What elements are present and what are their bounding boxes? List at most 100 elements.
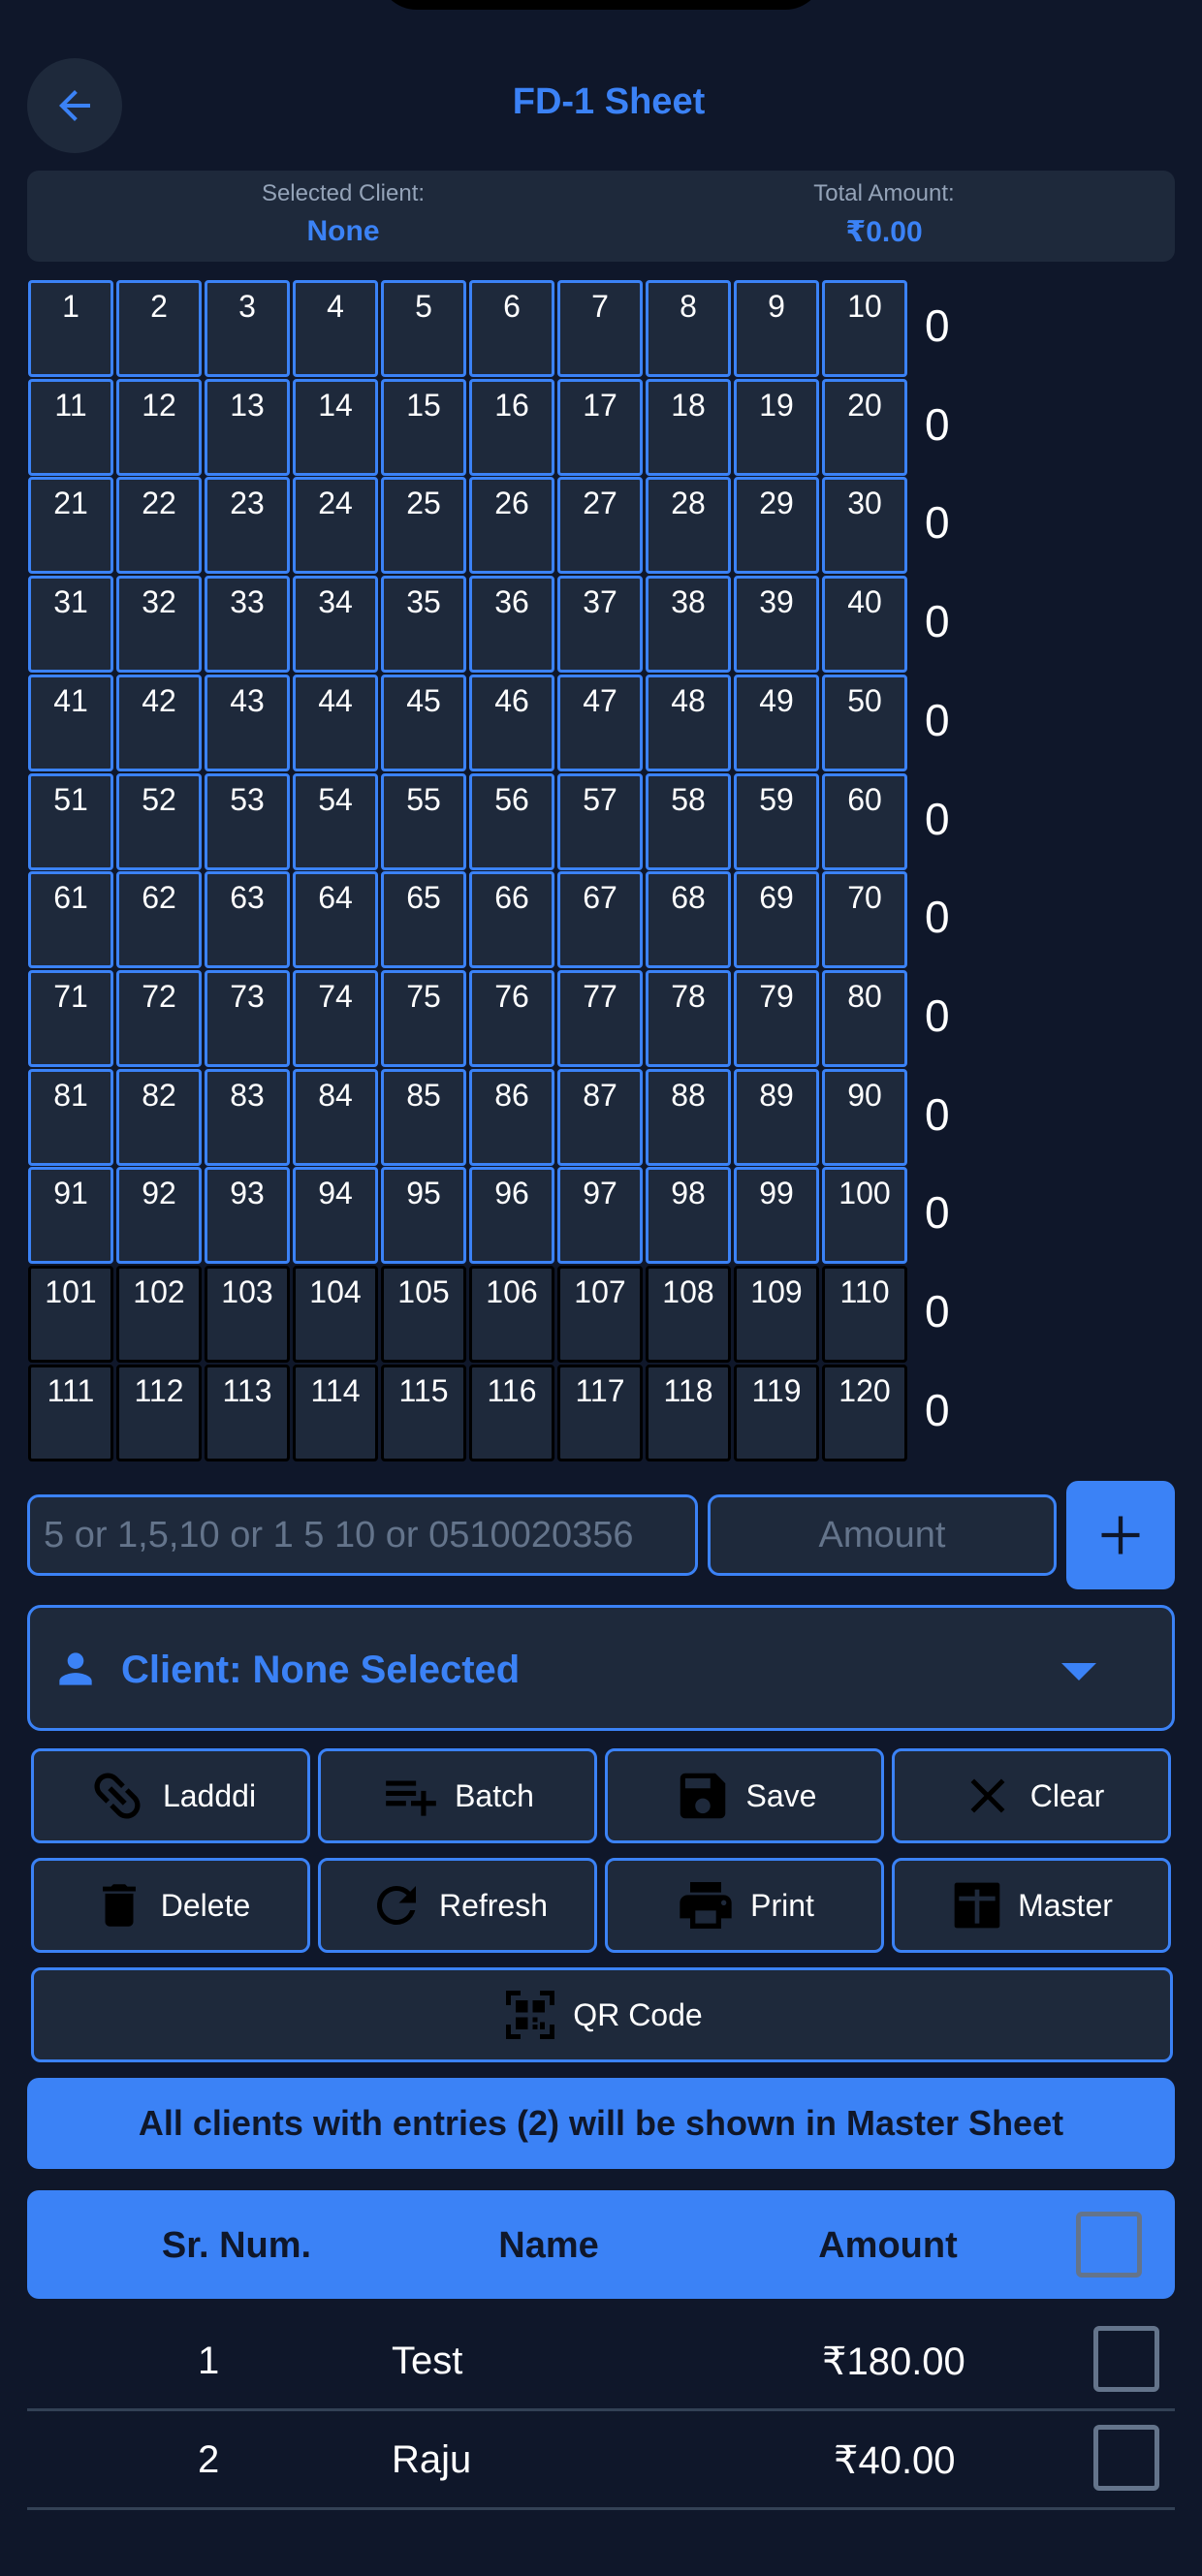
row-checkbox[interactable]: [1093, 2326, 1159, 2392]
grid-cell[interactable]: 76: [469, 970, 554, 1067]
grid-cell[interactable]: 24: [293, 477, 378, 574]
grid-cell[interactable]: 87: [557, 1069, 643, 1166]
grid-cell[interactable]: 47: [557, 675, 643, 771]
grid-cell[interactable]: 41: [28, 675, 113, 771]
grid-cell[interactable]: 44: [293, 675, 378, 771]
grid-cell[interactable]: 77: [557, 970, 643, 1067]
grid-cell[interactable]: 74: [293, 970, 378, 1067]
grid-cell[interactable]: 48: [646, 675, 731, 771]
grid-cell[interactable]: 99: [734, 1167, 819, 1264]
grid-cell[interactable]: 40: [822, 576, 907, 673]
grid-cell[interactable]: 107: [557, 1266, 643, 1363]
grid-cell[interactable]: 69: [734, 871, 819, 968]
grid-cell[interactable]: 108: [646, 1266, 731, 1363]
grid-cell[interactable]: 84: [293, 1069, 378, 1166]
grid-cell[interactable]: 61: [28, 871, 113, 968]
grid-cell[interactable]: 6: [469, 280, 554, 377]
grid-cell[interactable]: 94: [293, 1167, 378, 1264]
grid-cell[interactable]: 110: [822, 1266, 907, 1363]
grid-cell[interactable]: 52: [116, 773, 202, 870]
grid-cell[interactable]: 72: [116, 970, 202, 1067]
grid-cell[interactable]: 116: [469, 1365, 554, 1461]
grid-cell[interactable]: 53: [205, 773, 290, 870]
grid-cell[interactable]: 81: [28, 1069, 113, 1166]
grid-cell[interactable]: 14: [293, 379, 378, 476]
grid-cell[interactable]: 23: [205, 477, 290, 574]
grid-cell[interactable]: 120: [822, 1365, 907, 1461]
grid-cell[interactable]: 21: [28, 477, 113, 574]
grid-cell[interactable]: 75: [381, 970, 466, 1067]
amount-input[interactable]: [708, 1494, 1057, 1576]
grid-cell[interactable]: 83: [205, 1069, 290, 1166]
grid-cell[interactable]: 11: [28, 379, 113, 476]
grid-cell[interactable]: 101: [28, 1266, 113, 1363]
grid-cell[interactable]: 56: [469, 773, 554, 870]
qr-code-button[interactable]: QR Code: [31, 1967, 1173, 2062]
table-row[interactable]: 2 Raju ₹40.00: [27, 2411, 1175, 2510]
grid-cell[interactable]: 58: [646, 773, 731, 870]
grid-cell[interactable]: 4: [293, 280, 378, 377]
grid-cell[interactable]: 54: [293, 773, 378, 870]
grid-cell[interactable]: 20: [822, 379, 907, 476]
grid-cell[interactable]: 66: [469, 871, 554, 968]
refresh-button[interactable]: Refresh: [318, 1858, 597, 1953]
grid-cell[interactable]: 98: [646, 1167, 731, 1264]
grid-cell[interactable]: 51: [28, 773, 113, 870]
grid-cell[interactable]: 49: [734, 675, 819, 771]
grid-cell[interactable]: 63: [205, 871, 290, 968]
grid-cell[interactable]: 50: [822, 675, 907, 771]
master-button[interactable]: Master: [892, 1858, 1171, 1953]
grid-cell[interactable]: 29: [734, 477, 819, 574]
grid-cell[interactable]: 57: [557, 773, 643, 870]
row-checkbox[interactable]: [1093, 2425, 1159, 2491]
grid-cell[interactable]: 86: [469, 1069, 554, 1166]
grid-cell[interactable]: 10: [822, 280, 907, 377]
grid-cell[interactable]: 42: [116, 675, 202, 771]
grid-cell[interactable]: 70: [822, 871, 907, 968]
grid-cell[interactable]: 112: [116, 1365, 202, 1461]
grid-cell[interactable]: 88: [646, 1069, 731, 1166]
grid-cell[interactable]: 90: [822, 1069, 907, 1166]
grid-cell[interactable]: 35: [381, 576, 466, 673]
grid-cell[interactable]: 34: [293, 576, 378, 673]
grid-cell[interactable]: 18: [646, 379, 731, 476]
grid-cell[interactable]: 2: [116, 280, 202, 377]
grid-cell[interactable]: 15: [381, 379, 466, 476]
grid-cell[interactable]: 38: [646, 576, 731, 673]
grid-cell[interactable]: 30: [822, 477, 907, 574]
grid-cell[interactable]: 32: [116, 576, 202, 673]
grid-cell[interactable]: 17: [557, 379, 643, 476]
grid-cell[interactable]: 60: [822, 773, 907, 870]
grid-cell[interactable]: 111: [28, 1365, 113, 1461]
grid-cell[interactable]: 109: [734, 1266, 819, 1363]
grid-cell[interactable]: 73: [205, 970, 290, 1067]
grid-cell[interactable]: 97: [557, 1167, 643, 1264]
grid-cell[interactable]: 46: [469, 675, 554, 771]
grid-cell[interactable]: 22: [116, 477, 202, 574]
grid-cell[interactable]: 100: [822, 1167, 907, 1264]
grid-cell[interactable]: 64: [293, 871, 378, 968]
grid-cell[interactable]: 71: [28, 970, 113, 1067]
select-all-checkbox[interactable]: [1076, 2212, 1142, 2278]
grid-cell[interactable]: 79: [734, 970, 819, 1067]
grid-cell[interactable]: 3: [205, 280, 290, 377]
grid-cell[interactable]: 1: [28, 280, 113, 377]
grid-cell[interactable]: 67: [557, 871, 643, 968]
grid-cell[interactable]: 118: [646, 1365, 731, 1461]
grid-cell[interactable]: 78: [646, 970, 731, 1067]
grid-cell[interactable]: 27: [557, 477, 643, 574]
grid-cell[interactable]: 82: [116, 1069, 202, 1166]
grid-cell[interactable]: 89: [734, 1069, 819, 1166]
grid-cell[interactable]: 13: [205, 379, 290, 476]
grid-cell[interactable]: 59: [734, 773, 819, 870]
save-button[interactable]: Save: [605, 1748, 884, 1843]
grid-cell[interactable]: 95: [381, 1167, 466, 1264]
grid-cell[interactable]: 33: [205, 576, 290, 673]
grid-cell[interactable]: 25: [381, 477, 466, 574]
grid-cell[interactable]: 43: [205, 675, 290, 771]
client-dropdown[interactable]: Client: None Selected: [27, 1605, 1175, 1731]
grid-cell[interactable]: 45: [381, 675, 466, 771]
grid-cell[interactable]: 5: [381, 280, 466, 377]
grid-cell[interactable]: 28: [646, 477, 731, 574]
grid-cell[interactable]: 115: [381, 1365, 466, 1461]
